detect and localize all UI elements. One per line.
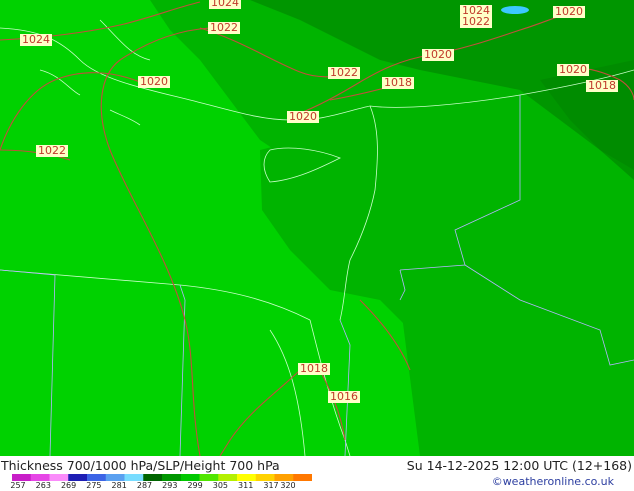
scale-tick-label: 281	[111, 481, 127, 490]
isobar-label: 1022	[328, 66, 360, 79]
valid-time: Su 14-12-2025 12:00 UTC (12+168)	[406, 458, 632, 473]
map-title: Thickness 700/1000 hPa/SLP/Height 700 hP…	[1, 458, 280, 473]
scale-swatch	[30, 474, 50, 481]
scale-swatch	[255, 474, 275, 481]
isobar-label: 1022	[36, 144, 68, 157]
weather-map	[0, 0, 634, 456]
isobar-label: 1018	[298, 362, 330, 375]
scale-tick-label: 311	[238, 481, 254, 490]
lake-water	[501, 6, 529, 14]
credit-link[interactable]: ©weatheronline.co.uk	[492, 475, 614, 488]
isobar-label: 1020	[422, 48, 454, 61]
scale-tick-label: 293	[162, 481, 178, 490]
scale-swatch	[68, 474, 88, 481]
scale-swatch	[180, 474, 200, 481]
isobar-label: 1022	[208, 21, 240, 34]
isobar-label: 1020	[557, 63, 589, 76]
isobar-label: 1018	[382, 76, 414, 89]
scale-tick-label: 269	[60, 481, 77, 490]
scale-tick-label: 320	[280, 481, 296, 490]
isobar-label: 1016	[328, 390, 360, 403]
isobar-label: 1020	[138, 75, 170, 88]
scale-tick-label: 257	[10, 481, 26, 490]
scale-swatch	[218, 474, 238, 481]
scale-swatch	[162, 474, 182, 481]
isobar-label: 1024	[20, 33, 52, 46]
scale-swatch	[237, 474, 257, 481]
scale-swatch	[49, 474, 69, 481]
scale-swatch	[105, 474, 125, 481]
map-footer: Thickness 700/1000 hPa/SLP/Height 700 hP…	[0, 456, 634, 490]
isobar-label: 1020	[553, 5, 585, 18]
isobar-label: 1020	[287, 110, 319, 123]
scale-swatch	[12, 474, 32, 481]
scale-swatch	[293, 474, 312, 481]
scale-swatch	[199, 474, 219, 481]
isobar-label: 1022	[460, 15, 492, 28]
scale-swatch	[143, 474, 163, 481]
scale-tick-label: 263	[35, 481, 51, 490]
isobar-label: 1018	[586, 79, 618, 92]
scale-swatch	[124, 474, 144, 481]
scale-tick-label: 317	[263, 481, 279, 490]
scale-tick-label: 299	[187, 481, 203, 490]
scale-tick-label: 305	[212, 481, 229, 490]
scale-swatch	[87, 474, 107, 481]
scale-tick-label: 287	[136, 481, 153, 490]
scale-tick-label: 275	[86, 481, 102, 490]
scale-swatch	[274, 474, 294, 481]
isobar-label: 1024	[209, 0, 241, 9]
